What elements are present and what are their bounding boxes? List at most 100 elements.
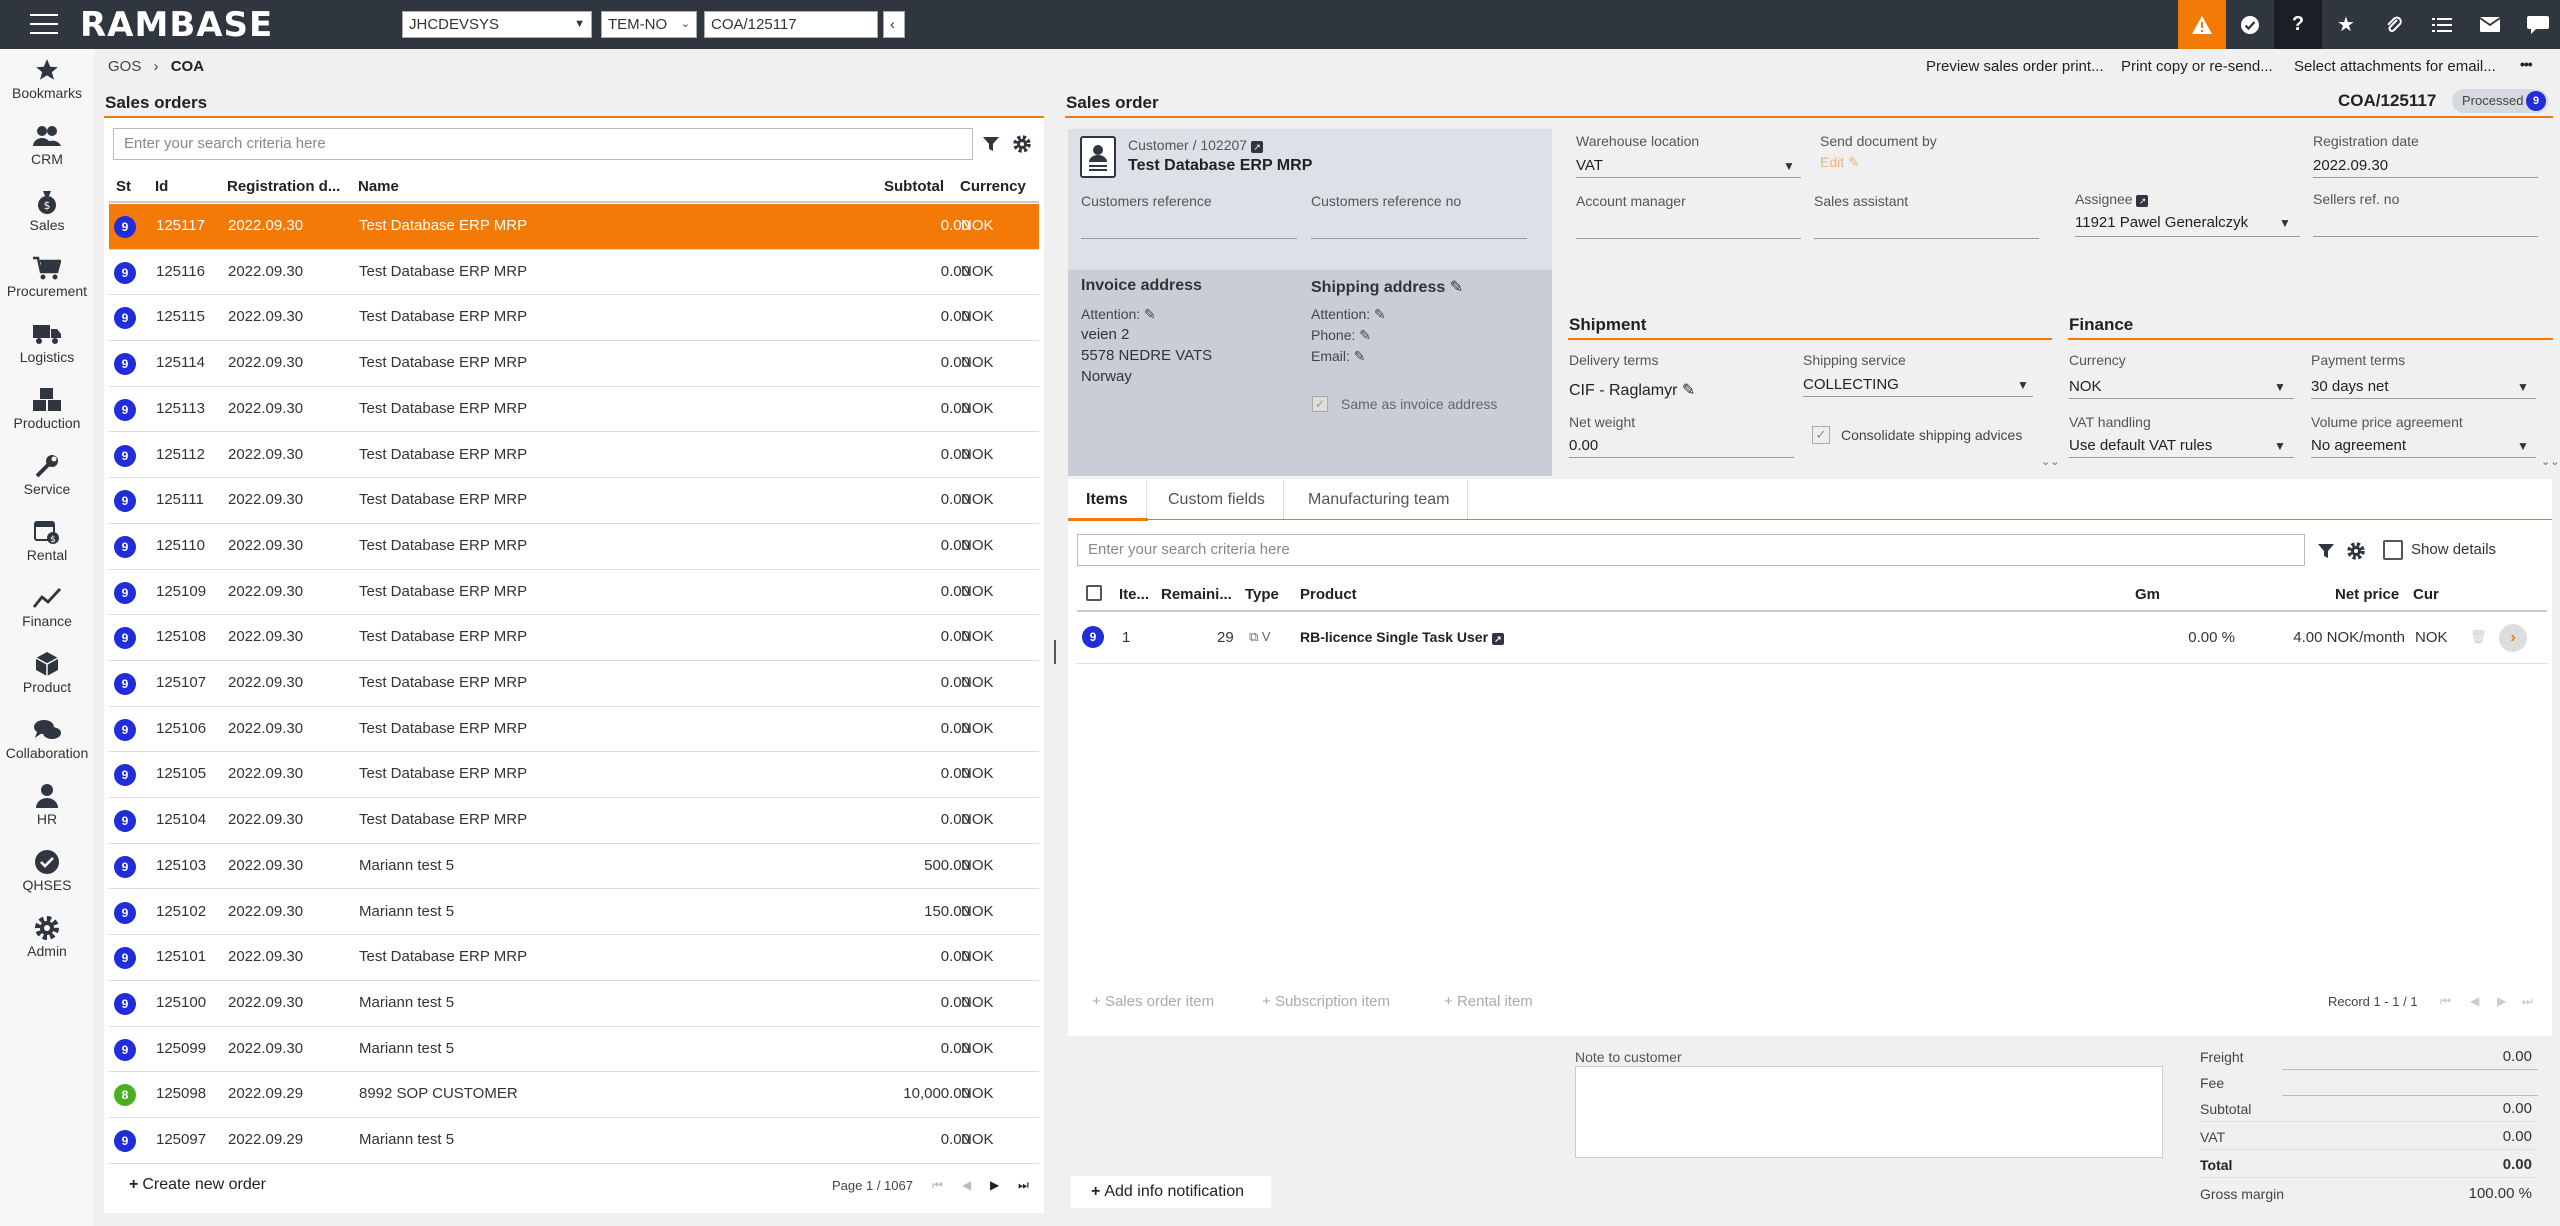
last-page-icon[interactable]: ⏭	[1018, 1178, 1029, 1193]
same-as-invoice-checkbox[interactable]: ✓	[1312, 396, 1328, 412]
chevron-down-icon[interactable]: ▼	[2274, 439, 2286, 453]
warehouse-value[interactable]: VAT	[1576, 157, 1603, 174]
table-row[interactable]: 9 125099 2022.09.30 Mariann test 5 0.00 NOK	[109, 1026, 1039, 1073]
prev-record-icon[interactable]: ◀	[2470, 994, 2479, 1008]
chevron-down-icon[interactable]: ▼	[2017, 378, 2029, 392]
table-row[interactable]: 9 125112 2022.09.30 Test Database ERP MRP 0.…	[109, 432, 1039, 479]
create-new-order-button[interactable]: + Create new order	[129, 1176, 266, 1194]
chevron-down-icon[interactable]: ▼	[2279, 216, 2291, 230]
table-row[interactable]: 9 125116 2022.09.30 Test Database ERP MRP 0.…	[109, 249, 1039, 296]
note-to-customer-input[interactable]	[1575, 1066, 2163, 1158]
filter-icon[interactable]	[2317, 542, 2335, 560]
add-rental-item-button[interactable]: + Rental item	[1444, 993, 1533, 1010]
currency-value[interactable]: NOK	[2069, 378, 2102, 395]
nav-item-product[interactable]: Product	[0, 649, 94, 695]
select-all-checkbox[interactable]	[1086, 585, 1102, 601]
chat-icon[interactable]	[2514, 0, 2560, 49]
add-subscription-item-button[interactable]: + Subscription item	[1262, 993, 1390, 1010]
settings-gear-icon[interactable]	[1013, 135, 1031, 153]
shipping-service-value[interactable]: COLLECTING	[1803, 376, 1899, 393]
col-header-date[interactable]: Registration d...	[227, 178, 340, 195]
table-row[interactable]: 9 125108 2022.09.30 Test Database ERP MRP 0.…	[109, 615, 1039, 661]
edit-icon[interactable]: ✎	[1359, 327, 1371, 343]
settings-gear-icon[interactable]	[2347, 542, 2365, 560]
paperclip-icon[interactable]	[2370, 0, 2418, 49]
star-icon[interactable]: ★	[2322, 0, 2370, 49]
chevron-down-icon[interactable]: ▼	[2517, 380, 2529, 394]
company-select[interactable]: JHCDEVSYS ▼	[402, 11, 592, 38]
consolidate-checkbox[interactable]: ✓	[1812, 426, 1830, 444]
table-row[interactable]: 9 125115 2022.09.30 Test Database ERP MRP 0.…	[109, 295, 1039, 342]
nav-item-qhses[interactable]: QHSES	[0, 847, 94, 893]
col-header-gm[interactable]: Gm	[2135, 586, 2160, 603]
first-page-icon[interactable]: ⏮	[932, 1178, 943, 1193]
customers-reference-no-input[interactable]	[1311, 238, 1527, 239]
shipping-phone[interactable]: Phone: ✎	[1311, 327, 1371, 344]
col-header-net-price[interactable]: Net price	[2335, 586, 2399, 603]
volume-price-value[interactable]: No agreement	[2311, 437, 2406, 454]
nav-item-admin[interactable]: Admin	[0, 913, 94, 959]
sales-orders-search-input[interactable]: Enter your search criteria here	[113, 128, 973, 160]
chevron-down-icon[interactable]: ▼	[2517, 439, 2529, 453]
tab-custom-fields[interactable]: Custom fields	[1150, 480, 1284, 520]
help-icon[interactable]: ?	[2274, 0, 2322, 49]
shipping-email[interactable]: Email: ✎	[1311, 348, 1366, 365]
col-header-subtotal[interactable]: Subtotal	[884, 178, 944, 195]
send-document-edit[interactable]: Edit ✎	[1820, 154, 1860, 171]
net-weight-value[interactable]: 0.00	[1569, 437, 1598, 454]
chevron-down-icon[interactable]: ▼	[2274, 380, 2286, 394]
edit-icon[interactable]: ✎	[1144, 306, 1156, 322]
account-manager-input[interactable]	[1576, 238, 1801, 239]
table-row[interactable]: 9 125109 2022.09.30 Test Database ERP MRP 0.…	[109, 569, 1039, 616]
row-detail-button[interactable]: ›	[2499, 624, 2527, 652]
preview-print-link[interactable]: Preview sales order print...	[1926, 58, 2104, 75]
payment-terms-value[interactable]: 30 days net	[2311, 378, 2389, 395]
next-record-icon[interactable]: ▶	[2497, 994, 2506, 1008]
nav-item-bookmarks[interactable]: Bookmarks	[0, 55, 94, 101]
delivery-terms-value[interactable]: CIF - Raglamyr ✎	[1569, 380, 1695, 400]
item-product[interactable]: RB-licence Single Task User ↗	[1300, 629, 1504, 645]
table-row[interactable]: 9 125097 2022.09.29 Mariann test 5 0.00 NOK	[109, 1118, 1039, 1164]
customers-reference-input[interactable]	[1081, 238, 1297, 239]
document-input[interactable]: COA/125117	[704, 11, 878, 38]
table-row[interactable]: 9 125111 2022.09.30 Test Database ERP MRP 0.…	[109, 478, 1039, 524]
edit-icon[interactable]: ✎	[1354, 348, 1366, 364]
expand-shipment-icon[interactable]: ⌄⌄	[2041, 455, 2059, 468]
invoice-attention[interactable]: Attention: ✎	[1081, 306, 1156, 323]
template-select[interactable]: TEM-NO ⌄	[601, 11, 697, 38]
table-row[interactable]: 9 125114 2022.09.30 Test Database ERP MRP 0.…	[109, 341, 1039, 387]
table-row[interactable]: 9 125104 2022.09.30 Test Database ERP MRP 0.…	[109, 798, 1039, 844]
table-row[interactable]: 9 125101 2022.09.30 Test Database ERP MRP 0.…	[109, 935, 1039, 981]
sales-assistant-input[interactable]	[1814, 238, 2039, 239]
splitter-handle[interactable]	[1054, 640, 1056, 664]
chevron-down-icon[interactable]: ▼	[1783, 159, 1795, 173]
table-row[interactable]: 9 125105 2022.09.30 Test Database ERP MRP 0.…	[109, 752, 1039, 799]
col-header-remaining[interactable]: Remaini...	[1161, 586, 1232, 603]
table-row[interactable]: 9 125106 2022.09.30 Test Database ERP MRP 0.…	[109, 706, 1039, 753]
add-sales-order-item-button[interactable]: + Sales order item	[1092, 993, 1214, 1010]
trash-icon[interactable]: 🗑	[2470, 629, 2487, 645]
more-actions-icon[interactable]: •••	[2520, 56, 2533, 72]
nav-item-rental[interactable]: $ Rental	[0, 517, 94, 563]
back-button[interactable]: ‹	[883, 11, 905, 38]
nav-item-hr[interactable]: HR	[0, 781, 94, 827]
customer-label[interactable]: Customer / 102207 ↗	[1128, 137, 1263, 153]
table-row[interactable]: 9 125107 2022.09.30 Test Database ERP MRP 0.…	[109, 661, 1039, 707]
assignee-value[interactable]: 11921 Pawel Generalczyk	[2075, 214, 2248, 231]
table-row[interactable]: 8 125098 2022.09.29 8992 SOP CUSTOMER 10,000…	[109, 1072, 1039, 1118]
nav-item-sales[interactable]: $ Sales	[0, 187, 94, 233]
open-link-icon[interactable]: ↗	[2136, 195, 2149, 207]
nav-item-logistics[interactable]: Logistics	[0, 319, 94, 365]
nav-item-procurement[interactable]: Procurement	[0, 253, 94, 299]
col-header-type[interactable]: Type	[1245, 586, 1279, 603]
nav-item-service[interactable]: Service	[0, 451, 94, 497]
warning-icon[interactable]	[2178, 0, 2226, 49]
vat-handling-value[interactable]: Use default VAT rules	[2069, 437, 2212, 454]
col-header-id[interactable]: Id	[155, 178, 168, 195]
table-row[interactable]: 9 125110 2022.09.30 Test Database ERP MRP 0.…	[109, 523, 1039, 570]
breadcrumb-root[interactable]: GOS	[108, 58, 141, 75]
items-search-input[interactable]: Enter your search criteria here	[1077, 534, 2305, 566]
mail-icon[interactable]	[2466, 0, 2514, 49]
show-details-checkbox[interactable]	[2383, 540, 2403, 560]
item-row[interactable]: 9 1 29 ⧉ V RB-licence Single Task User ↗…	[1077, 612, 2547, 664]
